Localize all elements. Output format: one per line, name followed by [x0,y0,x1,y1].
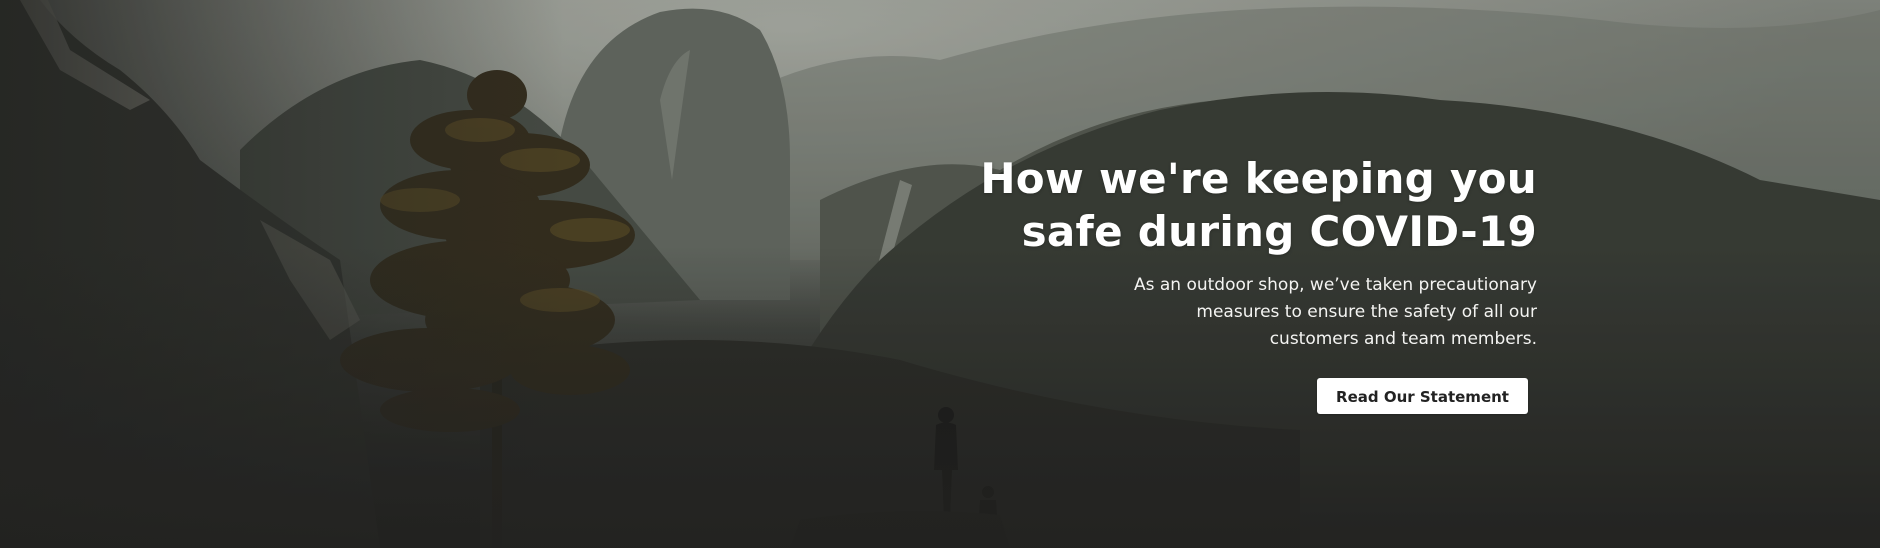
hero-title: How we're keeping you safe during COVID-… [897,152,1537,258]
hero-title-line: How we're keeping you [980,154,1537,203]
hero-description-line: measures to ensure the safety of all our [1196,302,1537,322]
hero-description: As an outdoor shop, we’ve taken precauti… [1107,272,1537,353]
hero-content: How we're keeping you safe during COVID-… [897,152,1537,414]
hero-title-line: safe during COVID-19 [1021,207,1537,256]
read-statement-button[interactable]: Read Our Statement [1317,378,1528,414]
hero-description-line: As an outdoor shop, we’ve taken precauti… [1133,275,1537,295]
hero-description-line: customers and team members. [1269,329,1537,349]
covid-hero-banner: How we're keeping you safe during COVID-… [0,0,1880,548]
